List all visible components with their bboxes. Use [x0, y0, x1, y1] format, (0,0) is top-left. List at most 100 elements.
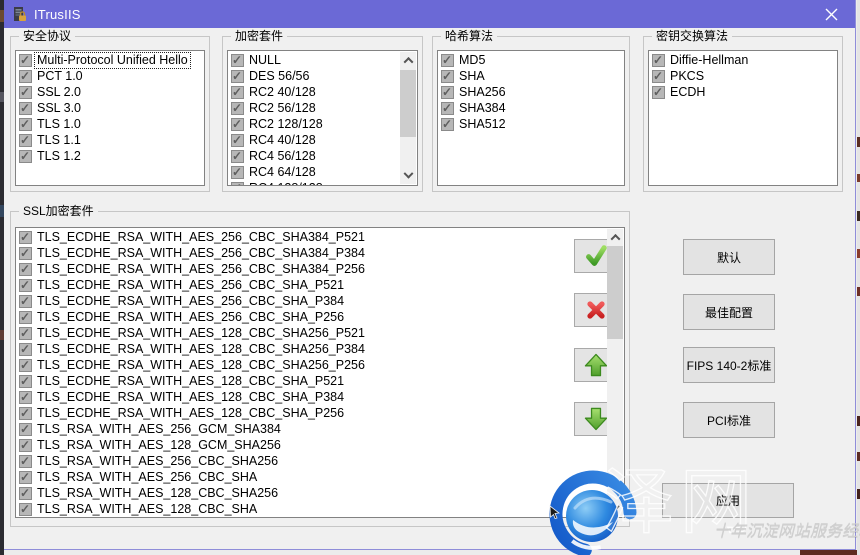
- list-item[interactable]: SHA384: [438, 100, 624, 116]
- checkbox-checked-icon[interactable]: [19, 359, 32, 372]
- list-item[interactable]: TLS_ECDHE_RSA_WITH_AES_128_CBC_SHA256_P5…: [16, 325, 624, 341]
- fips-standard-button[interactable]: FIPS 140-2标准: [683, 347, 775, 383]
- scrollbar[interactable]: [400, 52, 416, 184]
- list-item[interactable]: RC2 128/128: [228, 116, 417, 132]
- list-item[interactable]: Multi-Protocol Unified Hello: [16, 52, 204, 68]
- list-item[interactable]: TLS 1.2: [16, 148, 204, 164]
- cipher-listbox[interactable]: NULL DES 56/56 RC2 40/128 RC2 56/128 RC2…: [227, 50, 418, 186]
- scrollbar-thumb[interactable]: [607, 246, 623, 339]
- apply-button[interactable]: 应用: [662, 483, 794, 518]
- list-item[interactable]: TLS_ECDHE_RSA_WITH_AES_128_CBC_SHA_P384: [16, 389, 624, 405]
- chevron-down-icon[interactable]: [607, 500, 623, 516]
- list-item[interactable]: PCT 1.0: [16, 68, 204, 84]
- list-item[interactable]: TLS_RSA_WITH_AES_256_GCM_SHA384: [16, 421, 624, 437]
- list-item[interactable]: DES 56/56: [228, 68, 417, 84]
- best-config-button[interactable]: 最佳配置: [683, 294, 775, 330]
- list-item[interactable]: RC2 40/128: [228, 84, 417, 100]
- checkbox-checked-icon[interactable]: [19, 247, 32, 260]
- checkbox-checked-icon[interactable]: [19, 391, 32, 404]
- list-item[interactable]: TLS_RSA_WITH_3DES_EDE_CBC_SHA: [16, 517, 624, 518]
- list-item[interactable]: NULL: [228, 52, 417, 68]
- chevron-up-icon[interactable]: [400, 52, 416, 68]
- chevron-down-icon[interactable]: [400, 168, 416, 184]
- list-item[interactable]: TLS_ECDHE_RSA_WITH_AES_256_CBC_SHA384_P2…: [16, 261, 624, 277]
- scrollbar-thumb[interactable]: [400, 70, 416, 137]
- checkbox-checked-icon[interactable]: [19, 311, 32, 324]
- list-item[interactable]: TLS_RSA_WITH_AES_128_GCM_SHA256: [16, 437, 624, 453]
- key-exchange-listbox[interactable]: Diffie-Hellman PKCS ECDH: [648, 50, 838, 186]
- titlebar[interactable]: ITrusIIS: [4, 0, 855, 28]
- list-item[interactable]: SSL 3.0: [16, 100, 204, 116]
- checkbox-checked-icon[interactable]: [19, 263, 32, 276]
- checkbox-checked-icon[interactable]: [231, 102, 244, 115]
- list-item[interactable]: TLS_ECDHE_RSA_WITH_AES_128_CBC_SHA256_P3…: [16, 341, 624, 357]
- checkbox-checked-icon[interactable]: [19, 150, 32, 163]
- list-item[interactable]: RC4 128/128: [228, 180, 417, 186]
- list-item[interactable]: ECDH: [649, 84, 837, 100]
- hash-listbox[interactable]: MD5 SHA SHA256 SHA384 SHA512: [437, 50, 625, 186]
- list-item[interactable]: TLS_ECDHE_RSA_WITH_AES_128_CBC_SHA_P256: [16, 405, 624, 421]
- default-button[interactable]: 默认: [683, 239, 775, 275]
- list-item[interactable]: TLS_ECDHE_RSA_WITH_AES_256_CBC_SHA384_P5…: [16, 229, 624, 245]
- checkbox-checked-icon[interactable]: [19, 407, 32, 420]
- checkbox-checked-icon[interactable]: [19, 503, 32, 516]
- list-item[interactable]: RC2 56/128: [228, 100, 417, 116]
- checkbox-checked-icon[interactable]: [19, 134, 32, 147]
- checkbox-checked-icon[interactable]: [19, 487, 32, 500]
- scrollbar[interactable]: [607, 229, 623, 516]
- list-item[interactable]: TLS 1.1: [16, 132, 204, 148]
- checkbox-checked-icon[interactable]: [441, 118, 454, 131]
- list-item[interactable]: TLS_RSA_WITH_AES_128_CBC_SHA: [16, 501, 624, 517]
- checkbox-checked-icon[interactable]: [231, 118, 244, 131]
- list-item[interactable]: TLS_RSA_WITH_AES_256_CBC_SHA256: [16, 453, 624, 469]
- list-item[interactable]: TLS_RSA_WITH_AES_128_CBC_SHA256: [16, 485, 624, 501]
- checkbox-checked-icon[interactable]: [19, 343, 32, 356]
- checkbox-checked-icon[interactable]: [441, 70, 454, 83]
- checkbox-checked-icon[interactable]: [652, 54, 665, 67]
- checkbox-checked-icon[interactable]: [19, 102, 32, 115]
- list-item[interactable]: TLS_ECDHE_RSA_WITH_AES_256_CBC_SHA_P256: [16, 309, 624, 325]
- checkbox-checked-icon[interactable]: [19, 231, 32, 244]
- checkbox-checked-icon[interactable]: [19, 86, 32, 99]
- checkbox-checked-icon[interactable]: [19, 118, 32, 131]
- checkbox-checked-icon[interactable]: [652, 70, 665, 83]
- list-item[interactable]: RC4 56/128: [228, 148, 417, 164]
- list-item[interactable]: MD5: [438, 52, 624, 68]
- checkbox-checked-icon[interactable]: [19, 423, 32, 436]
- checkbox-checked-icon[interactable]: [19, 54, 32, 67]
- list-item[interactable]: RC4 64/128: [228, 164, 417, 180]
- list-item[interactable]: TLS_ECDHE_RSA_WITH_AES_128_CBC_SHA_P521: [16, 373, 624, 389]
- checkbox-checked-icon[interactable]: [19, 279, 32, 292]
- checkbox-checked-icon[interactable]: [231, 134, 244, 147]
- chevron-up-icon[interactable]: [607, 229, 623, 245]
- list-item[interactable]: TLS_ECDHE_RSA_WITH_AES_128_CBC_SHA256_P2…: [16, 357, 624, 373]
- list-item[interactable]: Diffie-Hellman: [649, 52, 837, 68]
- protocol-listbox[interactable]: Multi-Protocol Unified Hello PCT 1.0 SSL…: [15, 50, 205, 186]
- list-item[interactable]: TLS 1.0: [16, 116, 204, 132]
- list-item[interactable]: SHA256: [438, 84, 624, 100]
- checkbox-checked-icon[interactable]: [19, 327, 32, 340]
- checkbox-checked-icon[interactable]: [231, 70, 244, 83]
- checkbox-checked-icon[interactable]: [441, 54, 454, 67]
- checkbox-checked-icon[interactable]: [19, 295, 32, 308]
- list-item[interactable]: TLS_ECDHE_RSA_WITH_AES_256_CBC_SHA384_P3…: [16, 245, 624, 261]
- checkbox-checked-icon[interactable]: [441, 86, 454, 99]
- checkbox-checked-icon[interactable]: [231, 150, 244, 163]
- checkbox-checked-icon[interactable]: [231, 182, 244, 187]
- list-item[interactable]: SHA: [438, 68, 624, 84]
- list-item[interactable]: SSL 2.0: [16, 84, 204, 100]
- list-item[interactable]: RC4 40/128: [228, 132, 417, 148]
- list-item[interactable]: TLS_ECDHE_RSA_WITH_AES_256_CBC_SHA_P521: [16, 277, 624, 293]
- list-item[interactable]: SHA512: [438, 116, 624, 132]
- checkbox-checked-icon[interactable]: [19, 455, 32, 468]
- pci-standard-button[interactable]: PCI标准: [683, 402, 775, 438]
- ssl-suites-listbox[interactable]: TLS_ECDHE_RSA_WITH_AES_256_CBC_SHA384_P5…: [15, 227, 625, 518]
- checkbox-checked-icon[interactable]: [231, 86, 244, 99]
- list-item[interactable]: TLS_ECDHE_RSA_WITH_AES_256_CBC_SHA_P384: [16, 293, 624, 309]
- checkbox-checked-icon[interactable]: [231, 166, 244, 179]
- close-icon[interactable]: [809, 0, 853, 28]
- checkbox-checked-icon[interactable]: [441, 102, 454, 115]
- list-item[interactable]: PKCS: [649, 68, 837, 84]
- checkbox-checked-icon[interactable]: [652, 86, 665, 99]
- checkbox-checked-icon[interactable]: [19, 375, 32, 388]
